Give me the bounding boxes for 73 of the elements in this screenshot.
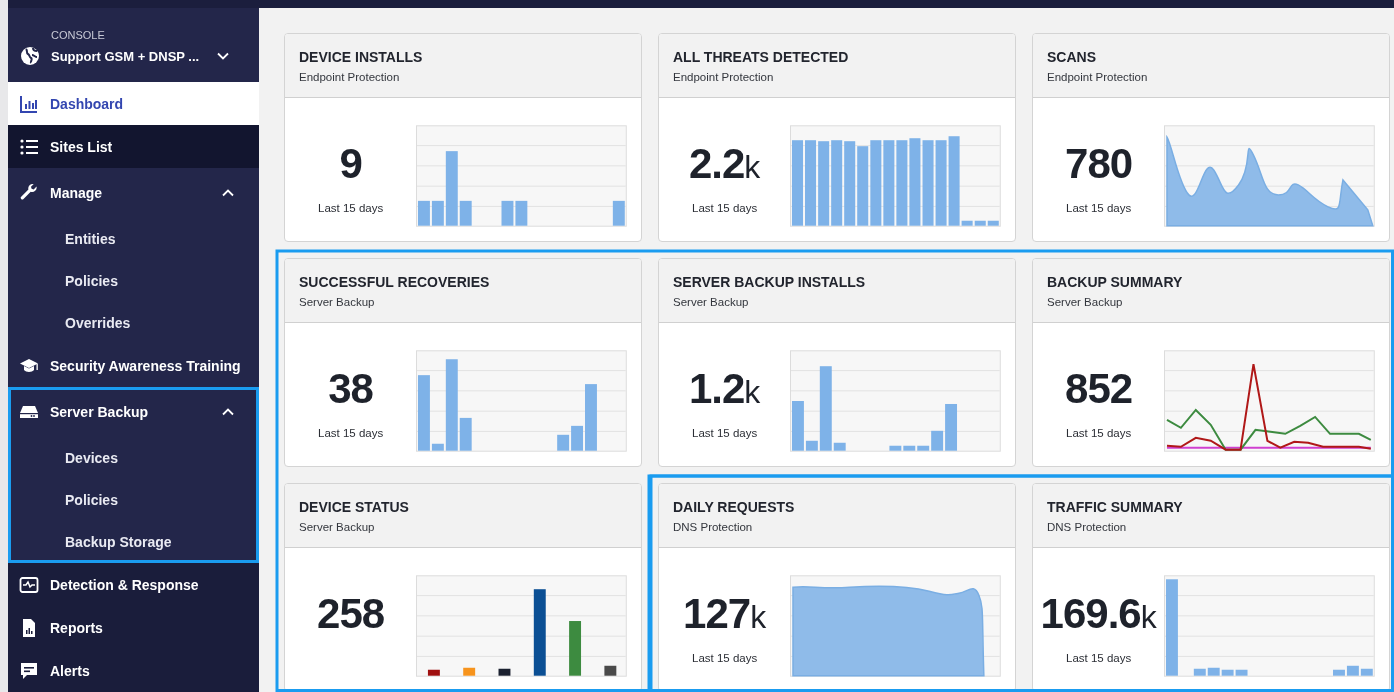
card-title: TRAFFIC SUMMARY [1047, 499, 1184, 515]
card-subtitle: Server Backup [1047, 296, 1124, 308]
chart-bar [1194, 668, 1206, 676]
chat-bubble-icon [19, 660, 39, 681]
nav-subitem[interactable]: Backup Storage [8, 521, 259, 563]
nav-item[interactable]: Sites List [8, 125, 259, 168]
console-label: CONSOLE [51, 29, 105, 41]
nav-subitem[interactable]: Policies [8, 260, 259, 302]
period-label: Last 15 days [1066, 652, 1132, 664]
stat-value: 780 [1065, 140, 1133, 188]
nav-item[interactable]: Reports [8, 606, 259, 649]
stat-unit: k [750, 599, 767, 636]
card-title: SERVER BACKUP INSTALLS [673, 274, 867, 290]
period-label: Last 15 days [692, 202, 758, 214]
chart-bar [463, 667, 476, 676]
nav-subitem[interactable]: Overrides [8, 302, 259, 344]
stat-unit: k [744, 374, 761, 411]
period-label: Last 15 days [692, 427, 758, 439]
bar-chart-icon [19, 93, 39, 114]
nav-item[interactable]: Server Backup [8, 387, 259, 437]
nav-item[interactable]: Alerts [8, 649, 259, 692]
stat-value: 2.2 [688, 140, 745, 188]
nav-item[interactable]: Manage [8, 168, 259, 218]
chart-bar [498, 668, 511, 676]
chart-bar [834, 442, 846, 451]
nav-item[interactable]: Detection & Response [8, 563, 259, 606]
chart-bar [613, 200, 625, 226]
card-title: SUCCESSFUL RECOVERIES [299, 274, 491, 290]
pulse-monitor-icon [19, 574, 39, 595]
nav-item[interactable]: Security Awareness Training [8, 344, 259, 387]
chart-bar [501, 200, 514, 226]
stat-value: 127 [683, 590, 751, 638]
chart-bar [428, 669, 441, 676]
nav-subitem[interactable]: Policies [8, 479, 259, 521]
card-subtitle: DNS Protection [1047, 521, 1128, 533]
stat-value: 1.2 [688, 365, 745, 413]
wrench-icon [19, 183, 39, 203]
period-label: Last 15 days [1066, 427, 1132, 439]
chart-bar [569, 621, 582, 676]
stat-unit: k [744, 149, 761, 186]
stat-unit: k [1140, 599, 1157, 636]
nav-subitem[interactable]: Entities [8, 218, 259, 260]
nav-item[interactable]: Dashboard [8, 82, 259, 125]
card-title: SCANS [1047, 49, 1097, 65]
card-title: DEVICE INSTALLS [299, 49, 424, 65]
stat-value: 169.6 [1040, 590, 1141, 638]
chart-bar [988, 220, 999, 226]
card-subtitle: Endpoint Protection [673, 71, 775, 83]
chart-bar [604, 665, 617, 676]
card-title: ALL THREATS DETECTED [673, 49, 850, 65]
site-selector[interactable]: Support GSM + DNSP ... [51, 48, 200, 64]
card-subtitle: DNS Protection [673, 521, 754, 533]
chart-bar [1208, 667, 1220, 676]
period-label: Last 15 days [692, 652, 758, 664]
card-subtitle: Endpoint Protection [299, 71, 401, 83]
card-subtitle: Server Backup [299, 521, 376, 533]
stat-value: 38 [328, 365, 373, 413]
chart-bar [515, 200, 528, 226]
period-label: Last 15 days [318, 202, 384, 214]
globe-icon [20, 46, 40, 66]
period-label: Last 15 days [318, 427, 384, 439]
stat-value: 9 [339, 140, 362, 188]
card-subtitle: Server Backup [299, 296, 376, 308]
stat-value: 258 [317, 590, 385, 638]
chart-bar [418, 200, 431, 226]
nav-subitem[interactable]: Devices [8, 437, 259, 479]
period-label: Last 15 days [1066, 202, 1132, 214]
card-title: DAILY REQUESTS [673, 499, 796, 515]
stat-value: 852 [1065, 365, 1133, 413]
card-subtitle: Server Backup [673, 296, 750, 308]
card-title: DEVICE STATUS [299, 499, 410, 515]
card-subtitle: Endpoint Protection [1047, 71, 1149, 83]
card-title: BACKUP SUMMARY [1047, 274, 1184, 290]
